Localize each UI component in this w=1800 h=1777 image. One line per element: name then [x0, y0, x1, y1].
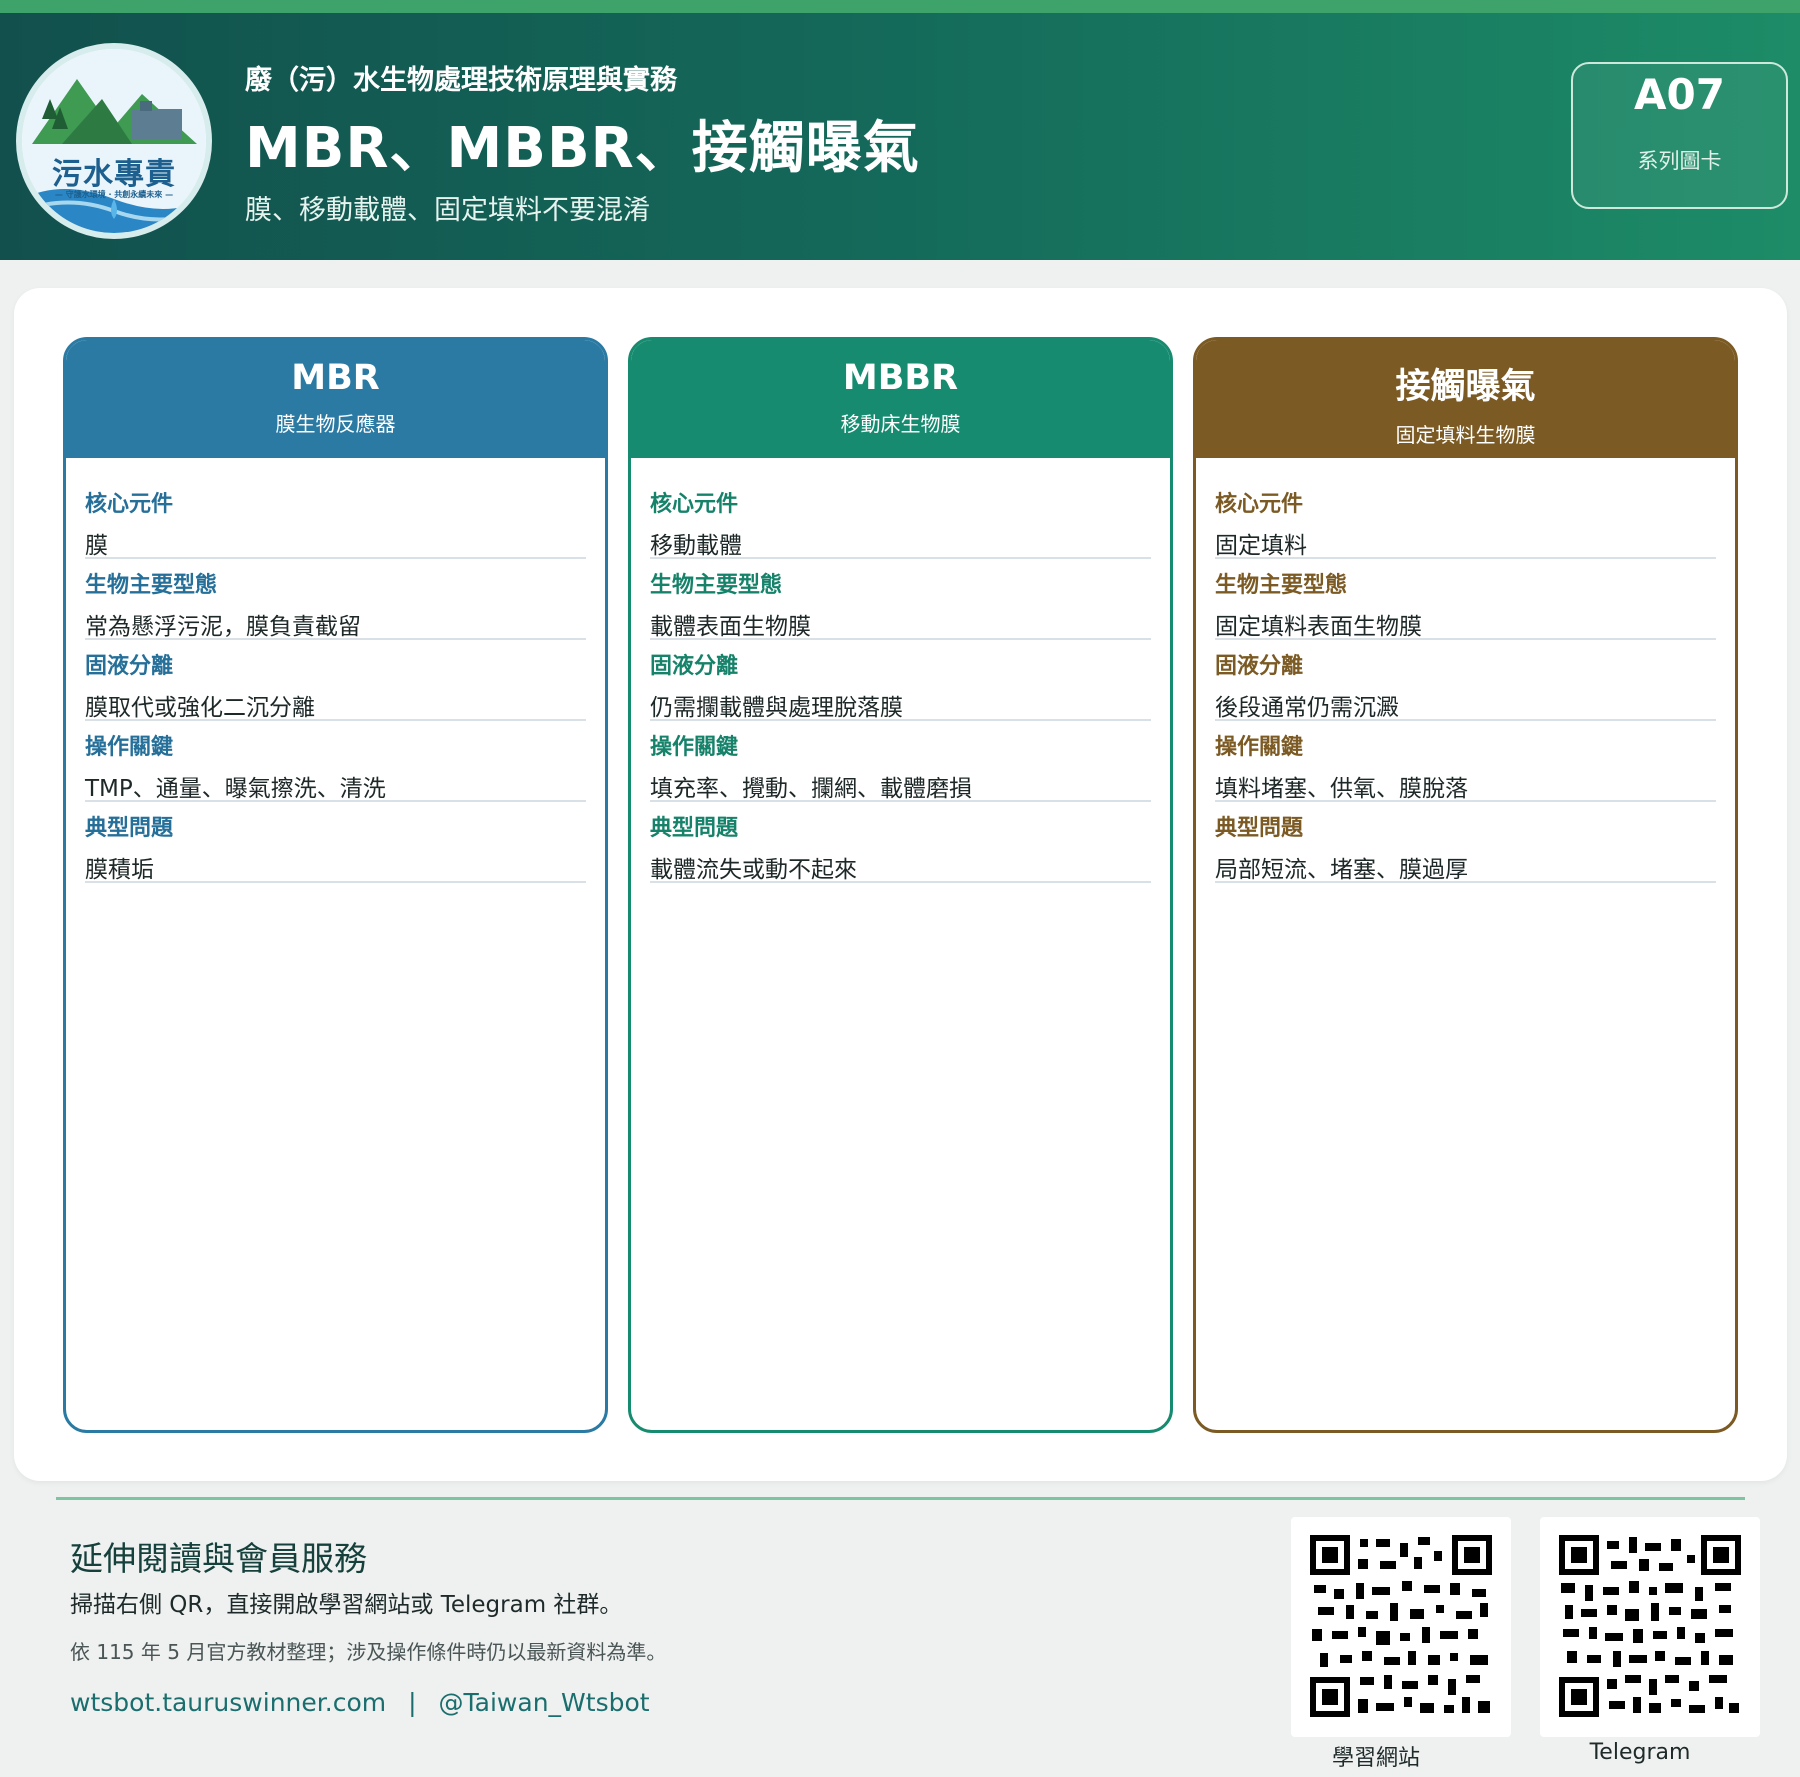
card-row: 生物主要型態載體表面生物膜: [650, 559, 1151, 640]
row-value: 常為懸浮污泥，膜負責截留: [85, 614, 361, 640]
website-link[interactable]: wtsbot.tauruswinner.com: [70, 1688, 386, 1717]
row-label: 典型問題: [650, 816, 739, 841]
row-value: TMP、通量、曝氣擦洗、清洗: [85, 776, 386, 802]
card-title: MBR: [291, 358, 380, 398]
top-accent-strip: [0, 0, 1800, 13]
card-row: 操作關鍵 TMP、通量、曝氣擦洗、清洗: [85, 721, 586, 802]
card-row: 固液分離膜取代或強化二沉分離: [85, 640, 586, 721]
footer-description: 掃描右側 QR，直接開啟學習網站或 Telegram 社群。: [70, 1592, 623, 1618]
row-value: 膜積垢: [85, 857, 154, 883]
qr-code-icon: [1310, 1535, 1492, 1717]
row-label: 核心元件: [650, 492, 739, 517]
footer-links: wtsbot.tauruswinner.com | @Taiwan_Wtsbot: [70, 1688, 650, 1717]
logo-tagline: — 守護水環境 · 共創永續未來 —: [54, 190, 174, 199]
card-title: MBBR: [842, 358, 959, 398]
card-mbr: MBR 膜生物反應器 核心元件膜 生物主要型態常為懸浮污泥，膜負責截留 固液分離…: [63, 337, 608, 1433]
footer-note: 依 115 年 5 月官方教材整理；涉及操作條件時仍以最新資料為準。: [70, 1640, 667, 1664]
card-title: 接觸曝氣: [1395, 367, 1536, 407]
row-label: 固液分離: [650, 654, 739, 679]
card-contact-aeration: 接觸曝氣 固定填料生物膜 核心元件固定填料 生物主要型態固定填料表面生物膜 固液…: [1193, 337, 1738, 1433]
card-row: 生物主要型態常為懸浮污泥，膜負責截留: [85, 559, 586, 640]
row-value: 載體表面生物膜: [650, 614, 811, 640]
card-body: 核心元件移動載體 生物主要型態載體表面生物膜 固液分離仍需攔載體與處理脫落膜 操…: [631, 458, 1170, 883]
row-value: 移動載體: [650, 533, 742, 559]
card-mbbr: MBBR 移動床生物膜 核心元件移動載體 生物主要型態載體表面生物膜 固液分離仍…: [628, 337, 1173, 1433]
series-title: 廢（污）水生物處理技術原理與實務: [245, 65, 677, 96]
logo-text: 污水專責: [52, 157, 176, 192]
row-label: 生物主要型態: [650, 573, 783, 598]
card-row: 典型問題載體流失或動不起來: [650, 802, 1151, 883]
row-value: 固定填料: [1215, 533, 1307, 559]
telegram-link[interactable]: @Taiwan_Wtsbot: [439, 1688, 650, 1717]
row-value: 後段通常仍需沉澱: [1215, 695, 1399, 721]
card-row: 操作關鍵填充率、攪動、攔網、載體磨損: [650, 721, 1151, 802]
card-header: 接觸曝氣 固定填料生物膜: [1196, 340, 1735, 458]
card-body: 核心元件固定填料 生物主要型態固定填料表面生物膜 固液分離後段通常仍需沉澱 操作…: [1196, 458, 1735, 883]
card-row: 固液分離仍需攔載體與處理脫落膜: [650, 640, 1151, 721]
qr-caption-telegram: Telegram: [1589, 1740, 1691, 1765]
row-value: 膜: [85, 533, 108, 559]
row-label: 典型問題: [85, 816, 174, 841]
qr-code-website[interactable]: [1291, 1517, 1511, 1737]
row-label: 核心元件: [85, 492, 174, 517]
row-label: 生物主要型態: [1215, 573, 1348, 598]
card-row: 典型問題局部短流、堵塞、膜過厚: [1215, 802, 1716, 883]
card-header: MBR 膜生物反應器: [66, 340, 605, 458]
badge-label: 系列圖卡: [1637, 149, 1722, 173]
row-label: 操作關鍵: [85, 735, 174, 760]
row-value: 固定填料表面生物膜: [1215, 614, 1422, 640]
card-row: 核心元件 固定填料: [1215, 478, 1716, 559]
qr-code-telegram[interactable]: [1540, 1517, 1760, 1737]
link-separator: |: [408, 1688, 417, 1717]
card-header: MBBR 移動床生物膜: [631, 340, 1170, 458]
row-label: 核心元件: [1215, 492, 1304, 517]
row-value: 局部短流、堵塞、膜過厚: [1215, 857, 1468, 883]
card-subtitle: 膜生物反應器: [275, 412, 396, 436]
row-label: 操作關鍵: [1215, 735, 1304, 760]
row-value: 填充率、攪動、攔網、載體磨損: [650, 776, 972, 802]
row-value: 仍需攔載體與處理脫落膜: [650, 695, 903, 721]
card-body: 核心元件膜 生物主要型態 常為懸浮污泥，膜負責截留 固液分離 膜取代或強化二沉分離 …: [66, 458, 605, 883]
footer-title: 延伸閱讀與會員服務: [70, 1539, 367, 1578]
header-banner: 污水專責 — 守護水環境 · 共創永續未來 — 廢（污）水生物處理技術原理與實務…: [0, 13, 1800, 260]
logo-emblem-icon: [22, 49, 206, 233]
row-label: 固液分離: [1215, 654, 1304, 679]
card-row: 生物主要型態固定填料表面生物膜: [1215, 559, 1716, 640]
page-subtitle: 膜、移動載體、固定填料不要混淆: [245, 195, 650, 226]
qr-caption-website: 學習網站: [1331, 1746, 1420, 1771]
badge-code: A07: [1634, 70, 1725, 119]
row-value: 膜取代或強化二沉分離: [85, 695, 315, 721]
card-row: 核心元件 移動載體: [650, 478, 1151, 559]
row-label: 生物主要型態: [85, 573, 218, 598]
row-value: 填料堵塞、供氧、膜脫落: [1215, 776, 1468, 802]
logo: 污水專責 — 守護水環境 · 共創永續未來 —: [16, 43, 212, 239]
card-row: 核心元件膜: [85, 478, 586, 559]
page-title: MBR、MBBR、接觸曝氣: [245, 116, 920, 181]
row-label: 固液分離: [85, 654, 174, 679]
series-badge: A07 系列圖卡: [1571, 62, 1788, 209]
row-label: 典型問題: [1215, 816, 1304, 841]
card-subtitle: 固定填料生物膜: [1395, 423, 1536, 447]
card-row: 固液分離後段通常仍需沉澱: [1215, 640, 1716, 721]
row-label: 操作關鍵: [650, 735, 739, 760]
row-value: 載體流失或動不起來: [650, 857, 857, 883]
footer-divider: [56, 1497, 1745, 1500]
card-subtitle: 移動床生物膜: [840, 412, 961, 436]
card-row: 典型問題 膜積垢: [85, 802, 586, 883]
card-row: 操作關鍵填料堵塞、供氧、膜脫落: [1215, 721, 1716, 802]
qr-code-icon: [1559, 1535, 1741, 1717]
